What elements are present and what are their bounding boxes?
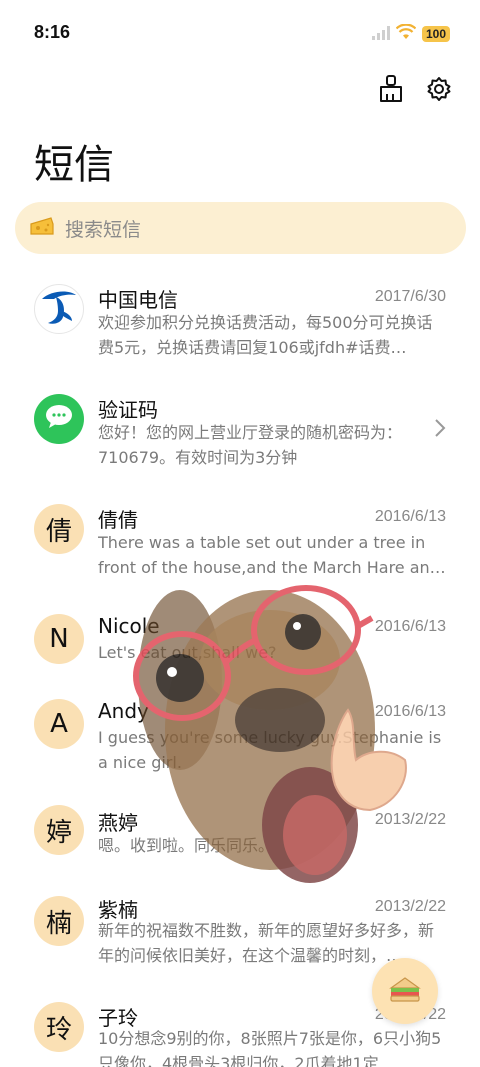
sender-name: 燕婷: [98, 811, 138, 835]
list-item[interactable]: 倩 倩倩 2016/6/13 There was a table set out…: [0, 490, 480, 590]
cheese-icon: [29, 215, 55, 241]
sender-name: Nicole: [98, 614, 160, 638]
sender-name: Andy: [98, 699, 149, 723]
sender-name: 倩倩: [98, 508, 138, 532]
toolbar: [376, 75, 454, 107]
avatar: 楠: [34, 896, 84, 946]
battery-indicator: 100: [421, 26, 450, 42]
status-icons: 100: [371, 23, 450, 44]
avatar: N: [34, 614, 84, 664]
cleanup-button[interactable]: [376, 75, 406, 107]
message-date: 2013/2/22: [374, 898, 446, 915]
signal-icon: [371, 25, 390, 44]
chevron-right-icon: [434, 418, 446, 444]
sender-name: 中国电信: [98, 288, 178, 312]
message-date: 2017/6/30: [374, 288, 446, 305]
search-bar[interactable]: 搜索短信: [15, 202, 466, 254]
china-telecom-logo-icon: [36, 283, 82, 336]
search-placeholder: 搜索短信: [65, 218, 142, 241]
page-title: 短信: [34, 142, 114, 188]
settings-button[interactable]: [424, 76, 454, 106]
message-preview: 10分想念9别的你，8张照片7张是你，6只小狗5只像你，4根骨头3根归你，2爪着…: [98, 1029, 442, 1067]
list-item[interactable]: 中国电信 2017/6/30 欢迎参加积分兑换话费活动，每500分可兑换话费5元…: [0, 270, 480, 370]
status-bar: 8:16 100: [0, 0, 480, 64]
gear-icon: [426, 76, 452, 106]
list-item[interactable]: A Andy 2016/6/13 I guess you're some luc…: [0, 685, 480, 785]
message-preview: 嗯。收到啦。同乐同乐。: [98, 836, 275, 855]
message-date: 2016/6/13: [374, 618, 446, 635]
sandwich-icon: [387, 974, 423, 1008]
avatar: A: [34, 699, 84, 749]
message-date: 2013/2/22: [374, 811, 446, 828]
message-preview: I guess you're some lucky guy.Stephanie …: [98, 728, 442, 772]
compose-button[interactable]: [372, 958, 438, 1024]
message-preview: 您好！您的网上营业厅登录的随机密码为：710679。有效时间为3分钟: [98, 423, 403, 467]
avatar: [34, 284, 84, 334]
message-bubble-icon: [43, 402, 75, 437]
avatar: [34, 394, 84, 444]
message-date: 2016/6/13: [374, 703, 446, 720]
message-preview: There was a table set out under a tree i…: [98, 533, 446, 577]
brush-icon: [378, 75, 404, 107]
message-preview: Let's eat out,shall we?: [98, 643, 277, 662]
avatar: 婷: [34, 805, 84, 855]
status-time: 8:16: [34, 22, 71, 42]
message-preview: 欢迎参加积分兑换话费活动，每500分可兑换话费5元，兑换话费请回复106或jfd…: [98, 313, 433, 357]
message-date: 2016/6/13: [374, 508, 446, 525]
list-item[interactable]: 婷 燕婷 2013/2/22 嗯。收到啦。同乐同乐。: [0, 795, 480, 895]
avatar: 倩: [34, 504, 84, 554]
wifi-icon: [395, 23, 417, 44]
list-item[interactable]: 验证码 您好！您的网上营业厅登录的随机密码为：710679。有效时间为3分钟: [0, 380, 480, 480]
sender-name: 验证码: [98, 398, 158, 422]
avatar: 玲: [34, 1002, 84, 1052]
